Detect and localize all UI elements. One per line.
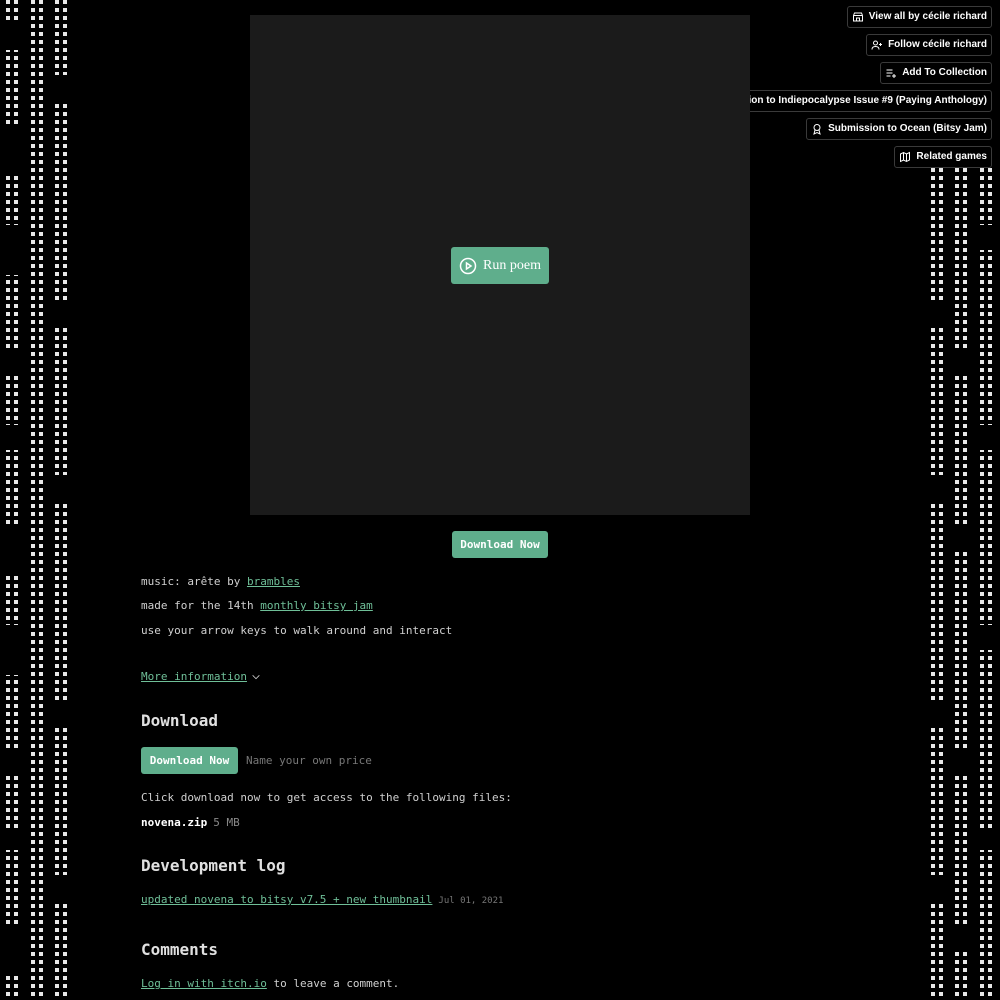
bitsy-jam-link[interactable]: monthly bitsy jam: [260, 599, 373, 612]
related-games-button[interactable]: Related games: [894, 146, 992, 168]
chevron-down-icon: [252, 674, 260, 679]
file-size: 5 MB: [213, 816, 240, 829]
more-information-link[interactable]: More information: [141, 670, 247, 683]
ocean-submission-button[interactable]: Submission to Ocean (Bitsy Jam): [806, 118, 992, 140]
play-circle-icon: [459, 257, 477, 274]
music-credit-text: music: arête by: [141, 575, 247, 588]
login-link[interactable]: Log in with itch.io: [141, 977, 267, 990]
related-games-label: Related games: [916, 151, 987, 162]
controls-text: use your arrow keys to walk around and i…: [141, 624, 453, 637]
run-poem-label: Run poem: [483, 257, 541, 273]
left-pattern-2: [31, 0, 43, 1000]
award-icon: [813, 123, 821, 135]
add-to-collection-button[interactable]: Add To Collection: [880, 62, 992, 84]
add-to-collection-label: Add To Collection: [902, 67, 987, 78]
devlog-entry: updated novena to bitsy v7.5 + new thumb…: [141, 893, 503, 906]
store-icon: [852, 12, 863, 21]
left-pattern-3: [55, 0, 67, 1000]
view-all-button[interactable]: View all by cécile richard: [846, 6, 992, 28]
download-heading: Download: [141, 711, 219, 730]
jam-credit: made for the 14th monthly bitsy jam: [141, 599, 373, 612]
game-frame: Run poem: [250, 15, 750, 515]
file-name: novena.zip: [141, 816, 208, 829]
devlog-entry-link[interactable]: updated novena to bitsy v7.5 + new thumb…: [141, 893, 432, 906]
devlog-date: Jul 01, 2021: [438, 896, 504, 906]
list-plus-icon: [886, 69, 897, 78]
brambles-link[interactable]: brambles: [247, 575, 300, 588]
more-information-toggle[interactable]: More information: [141, 670, 261, 683]
user-plus-icon: [871, 40, 883, 50]
view-all-label: View all by cécile richard: [868, 11, 987, 22]
download-now-button[interactable]: Download Now: [141, 747, 238, 774]
login-prompt: Log in with itch.io to leave a comment.: [141, 977, 399, 990]
price-placeholder[interactable]: Name your own price: [246, 754, 372, 767]
files-intro: Click download now to get access to the …: [141, 791, 512, 804]
music-credit: music: arête by brambles: [141, 575, 300, 588]
file-item: novena.zip 5 MB: [141, 816, 240, 829]
comments-heading: Comments: [141, 940, 219, 959]
devlog-heading: Development log: [141, 856, 286, 875]
map-icon: [900, 151, 911, 162]
run-poem-button[interactable]: Run poem: [451, 247, 549, 284]
ocean-submission-label: Submission to Ocean (Bitsy Jam): [828, 123, 987, 134]
follow-label: Follow cécile richard: [888, 39, 987, 50]
follow-button[interactable]: Follow cécile richard: [866, 34, 992, 56]
jam-credit-text: made for the 14th: [141, 599, 261, 612]
download-now-button-top[interactable]: Download Now: [452, 531, 548, 558]
login-suffix: to leave a comment.: [266, 977, 400, 990]
